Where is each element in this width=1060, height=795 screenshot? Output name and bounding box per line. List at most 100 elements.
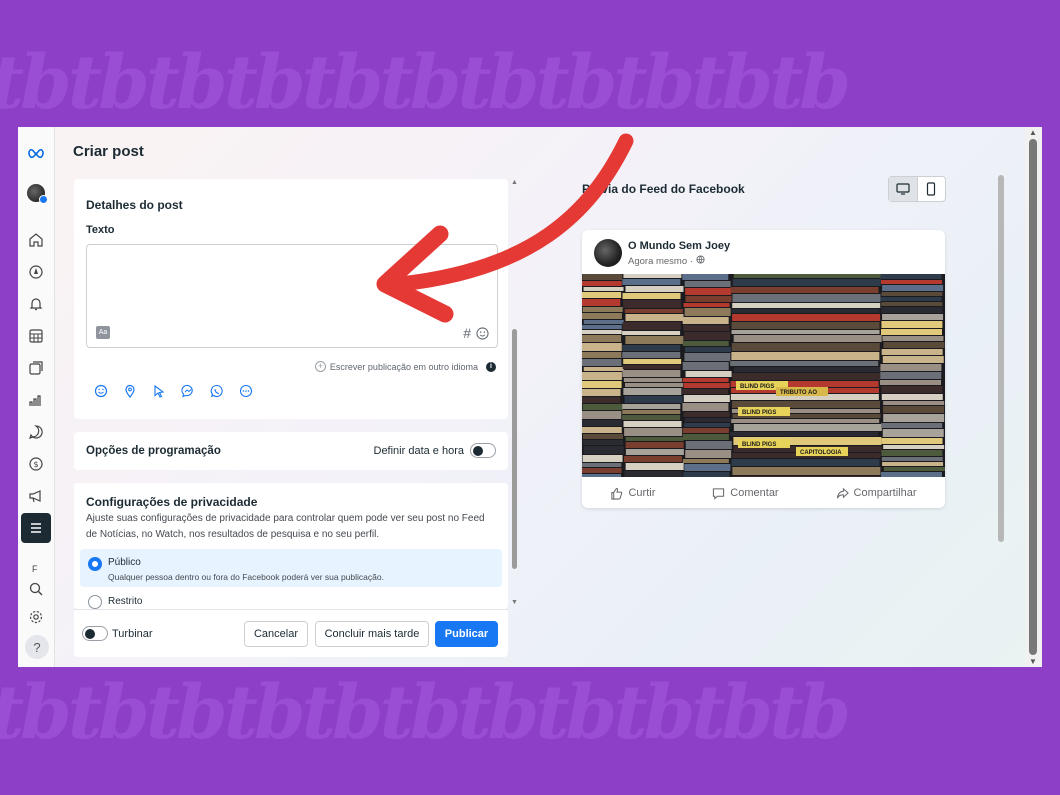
cd-spine: [883, 401, 945, 405]
feed-preview-title: Prévia do Feed do Facebook: [582, 182, 745, 196]
window-scroll-down-icon[interactable]: ▼: [1029, 657, 1037, 666]
publish-button[interactable]: Publicar: [435, 621, 498, 647]
cd-spine: [623, 421, 682, 427]
cd-spine: [731, 322, 880, 329]
cd-spine: [733, 335, 882, 342]
text-format-icon[interactable]: Aa: [96, 326, 110, 339]
comment-action[interactable]: Comentar: [712, 483, 779, 503]
cd-spine: [622, 404, 681, 409]
help-icon[interactable]: ?: [25, 635, 49, 659]
cd-spine: [682, 341, 729, 346]
cd-spine: [880, 364, 942, 371]
cd-spine: [684, 308, 731, 316]
cd-spine: [625, 383, 684, 387]
cd-spine: [684, 353, 731, 361]
cd-spine: [731, 330, 880, 334]
scroll-down-icon[interactable]: ▼: [511, 599, 518, 606]
write-other-language-label: Escrever publicação em outro idioma: [329, 361, 478, 372]
compass-icon[interactable]: [24, 260, 48, 284]
insights-icon[interactable]: [24, 388, 48, 412]
cd-spine: [881, 292, 943, 296]
cd-spine: [881, 450, 943, 456]
cd-spine: [582, 307, 623, 312]
cd-spine: [582, 359, 622, 366]
inbox-icon[interactable]: [24, 420, 48, 444]
cd-spine: [583, 440, 624, 445]
emoji-picker-icon[interactable]: [476, 327, 489, 340]
cd-spine: [881, 302, 943, 306]
cd-spine: [582, 397, 621, 403]
post-image-cd-stacks: BLIND PIGS TRIBUTO AO BLIND PIGS BLIND PIGS…: [582, 274, 945, 477]
hashtag-icon[interactable]: #: [463, 325, 471, 341]
cd-spine: [731, 343, 880, 351]
calendar-grid-icon[interactable]: [24, 324, 48, 348]
cd-spine: [683, 383, 730, 388]
privacy-option-public[interactable]: Público Qualquer pessoa dentro ou fora d…: [80, 549, 502, 587]
cd-spine: [882, 336, 944, 341]
plus-icon: +: [314, 361, 326, 372]
messenger-icon[interactable]: [181, 384, 195, 398]
privacy-description: Ajuste suas configurações de privacidade…: [86, 513, 485, 540]
cd-spine: [733, 424, 882, 431]
cd-spine: [624, 471, 683, 477]
cd-spine: [583, 446, 624, 454]
all-tools-menu-icon[interactable]: [21, 513, 51, 543]
like-action[interactable]: Curtir: [610, 483, 655, 503]
radio-public[interactable]: [88, 557, 102, 571]
window-scroll-thumb[interactable]: [1029, 139, 1037, 655]
cd-spine: [684, 281, 731, 287]
cd-spine: [733, 274, 882, 278]
cd-spine: [685, 371, 732, 377]
window-scrollbar[interactable]: ▲ ▼: [1025, 127, 1042, 667]
boost-toggle[interactable]: [82, 626, 108, 641]
post-details-panel: Detalhes do post Texto Aa # + Escrever p…: [74, 179, 508, 419]
cd-spine: [682, 389, 729, 394]
content-library-icon[interactable]: [24, 356, 48, 380]
privacy-option-restricted[interactable]: Restrito: [80, 593, 502, 609]
notifications-icon[interactable]: [24, 292, 48, 316]
cd-spine: [622, 331, 681, 335]
meta-logo-icon[interactable]: [24, 141, 48, 165]
desktop-icon[interactable]: [889, 177, 918, 201]
cd-spine: [623, 359, 682, 364]
settings-icon[interactable]: [24, 605, 48, 629]
search-icon[interactable]: [24, 577, 48, 601]
post-text-input[interactable]: Aa #: [86, 244, 498, 348]
cd-spine: [582, 411, 622, 419]
cancel-button[interactable]: Cancelar: [244, 621, 308, 647]
set-date-time-toggle[interactable]: [470, 443, 496, 458]
post-actions: Curtir Comentar Compartilhar: [582, 483, 945, 503]
cd-spine: [625, 449, 684, 455]
pointer-icon[interactable]: [152, 384, 166, 398]
cd-spine: [882, 285, 944, 291]
schedule-title: Opções de programação: [86, 445, 221, 457]
cd-spine: [683, 472, 730, 477]
page-title: Criar post: [73, 143, 144, 160]
cd-spine: [684, 332, 731, 340]
mobile-icon[interactable]: [918, 177, 946, 201]
cd-spine: [622, 322, 681, 330]
more-icon[interactable]: [239, 384, 253, 398]
cd-spine: [583, 320, 624, 324]
info-icon[interactable]: i: [486, 361, 496, 372]
page-avatar[interactable]: [24, 181, 48, 205]
cd-spine: [682, 459, 729, 463]
preview-scrollbar[interactable]: [998, 175, 1004, 542]
scroll-thumb[interactable]: [512, 329, 517, 569]
emoji-icon[interactable]: [94, 384, 108, 398]
location-icon[interactable]: [123, 384, 137, 398]
share-action[interactable]: Compartilhar: [836, 483, 917, 503]
whatsapp-icon[interactable]: [210, 384, 224, 398]
monetization-icon[interactable]: $: [24, 452, 48, 476]
scroll-up-icon[interactable]: ▲: [511, 179, 518, 186]
ads-icon[interactable]: [24, 484, 48, 508]
option-description: Qualquer pessoa dentro ou fora do Facebo…: [108, 572, 384, 582]
finish-later-button[interactable]: Concluir mais tarde: [315, 621, 429, 647]
cd-spine: [882, 429, 944, 437]
home-icon[interactable]: [24, 228, 48, 252]
write-other-language-link[interactable]: + Escrever publicação em outro idioma i: [314, 361, 496, 372]
window-scroll-up-icon[interactable]: ▲: [1029, 128, 1037, 137]
radio-restricted[interactable]: [88, 595, 102, 609]
cd-spine: [582, 313, 622, 319]
left-column-scrollbar[interactable]: ▲ ▼: [509, 179, 519, 609]
